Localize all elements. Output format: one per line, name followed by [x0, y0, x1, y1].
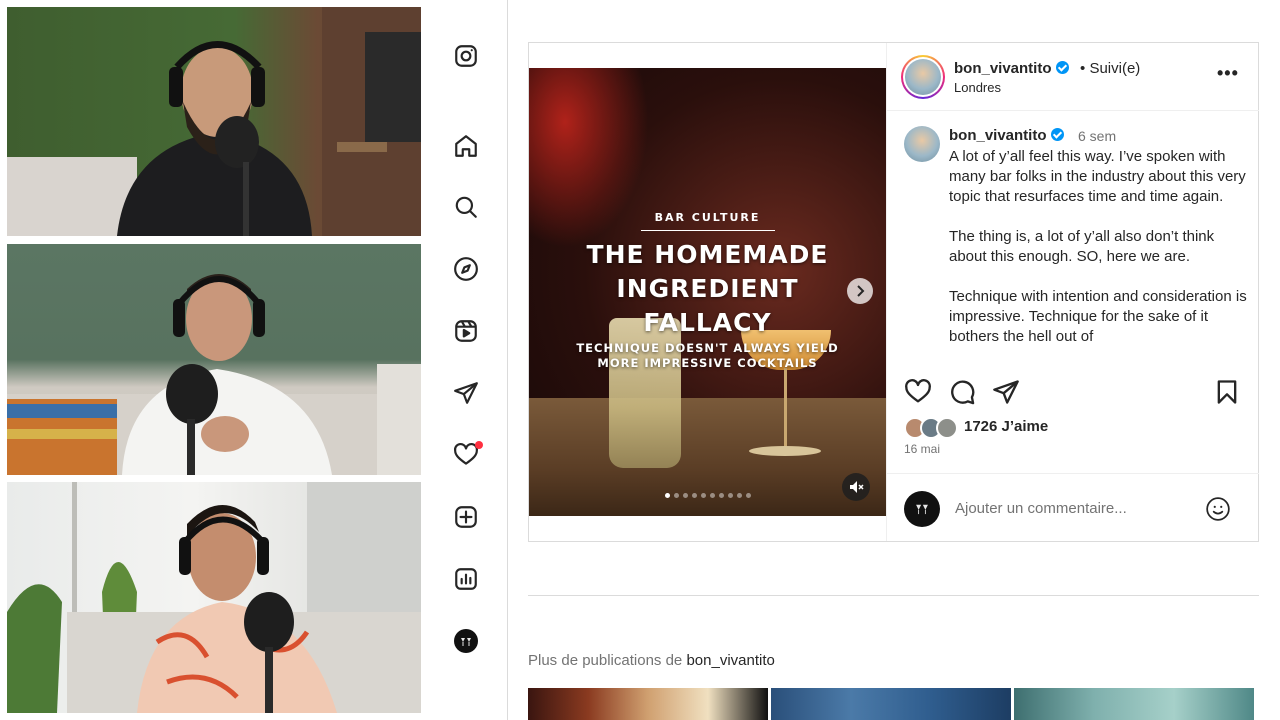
post-card: BAR CULTURE THE HOMEMADE INGREDIENT FALL…: [528, 42, 1259, 542]
carousel-dots: [529, 493, 886, 498]
create-plus-icon[interactable]: [452, 503, 480, 531]
carousel-dot: [700, 493, 706, 498]
carousel-next-button[interactable]: [847, 278, 873, 304]
media-subtitle-line: TECHNIQUE DOESN'T ALWAYS YIELD: [576, 341, 839, 355]
section-divider: [528, 595, 1259, 596]
instagram-logo-icon[interactable]: [452, 42, 480, 70]
more-posts-thumbnail[interactable]: [771, 688, 1011, 720]
media-subtitle: TECHNIQUE DOESN'T ALWAYS YIELD MORE IMPR…: [529, 341, 886, 371]
post-header: bon_vivantito • Suivi(e) Londres •••: [887, 43, 1259, 111]
comment-composer: Ajouter un commentaire...: [887, 473, 1259, 541]
carousel-dot: [673, 493, 679, 498]
webcam-panel-bottom: [7, 482, 421, 713]
chevron-right-icon: [857, 285, 865, 297]
emoji-smiley-icon[interactable]: [1205, 496, 1231, 522]
liker-avatar: [936, 417, 958, 439]
likes-count[interactable]: 1726 J’aime: [964, 418, 1048, 435]
media-title-line: THE HOMEMADE: [586, 240, 829, 269]
home-icon[interactable]: [452, 132, 480, 160]
carousel-dot: [691, 493, 697, 498]
post-media-carousel[interactable]: BAR CULTURE THE HOMEMADE INGREDIENT FALL…: [529, 68, 886, 516]
follow-status[interactable]: • Suivi(e): [1080, 60, 1140, 77]
more-posts-username-link[interactable]: bon_vivantito: [686, 652, 774, 669]
media-title-line: FALLACY: [643, 308, 772, 337]
explore-compass-icon[interactable]: [452, 255, 480, 283]
post-actions: [887, 378, 1259, 410]
post-caption: bon_vivantito 6 sem A lot of y’all feel …: [887, 112, 1259, 366]
carousel-dot: [736, 493, 742, 498]
post-date[interactable]: 16 mai: [904, 442, 940, 456]
verified-badge-icon: [1050, 128, 1064, 141]
caption-text: A lot of y’all feel this way. I’ve spoke…: [949, 148, 1247, 345]
media-title: THE HOMEMADE INGREDIENT FALLACY: [529, 238, 886, 340]
caption-username-link[interactable]: bon_vivantito: [949, 127, 1064, 144]
more-options-icon[interactable]: •••: [1217, 63, 1239, 84]
more-posts-thumbnail[interactable]: [528, 688, 768, 720]
webcam-panel-top: [7, 7, 421, 236]
profile-avatar-icon[interactable]: [452, 627, 480, 655]
carousel-dot: [664, 493, 670, 498]
author-avatar[interactable]: [901, 55, 945, 99]
carousel-dot: [682, 493, 688, 498]
carousel-dot: [718, 493, 724, 498]
current-user-avatar: [904, 491, 940, 527]
post-location-link[interactable]: Londres: [954, 80, 1001, 95]
media-rule: [641, 230, 775, 231]
more-posts-heading: Plus de publications de bon_vivantito: [528, 652, 775, 669]
comment-bubble-icon[interactable]: [948, 378, 976, 406]
verified-badge-icon: [1055, 61, 1069, 74]
post-side-panel: bon_vivantito • Suivi(e) Londres ••• bon…: [886, 43, 1259, 541]
notification-badge: [475, 441, 483, 449]
caption-avatar[interactable]: [904, 126, 940, 162]
carousel-dot: [745, 493, 751, 498]
follow-status-label: Suivi(e): [1089, 60, 1141, 77]
dashboard-chart-icon[interactable]: [452, 565, 480, 593]
webcam-panel-middle: [7, 244, 421, 475]
like-heart-icon[interactable]: [904, 378, 932, 406]
carousel-dot: [727, 493, 733, 498]
instagram-sidebar: [421, 0, 508, 720]
reels-icon[interactable]: [452, 317, 480, 345]
author-username-link[interactable]: bon_vivantito: [954, 60, 1069, 77]
media-title-line: INGREDIENT: [616, 274, 799, 303]
more-posts-label: Plus de publications de: [528, 652, 683, 669]
share-send-icon[interactable]: [992, 378, 1020, 406]
save-bookmark-icon[interactable]: [1213, 378, 1241, 406]
screen: BAR CULTURE THE HOMEMADE INGREDIENT FALL…: [0, 0, 1280, 720]
caption-time: 6 sem: [1078, 128, 1117, 144]
separator-dot: •: [1080, 60, 1086, 77]
messages-send-icon[interactable]: [452, 379, 480, 407]
media-kicker: BAR CULTURE: [654, 211, 761, 224]
add-comment-input[interactable]: Ajouter un commentaire...: [955, 500, 1127, 517]
media-subtitle-line: MORE IMPRESSIVE COCKTAILS: [597, 356, 818, 370]
carousel-dot: [709, 493, 715, 498]
more-posts-thumbnail[interactable]: [1014, 688, 1254, 720]
search-icon[interactable]: [452, 193, 480, 221]
